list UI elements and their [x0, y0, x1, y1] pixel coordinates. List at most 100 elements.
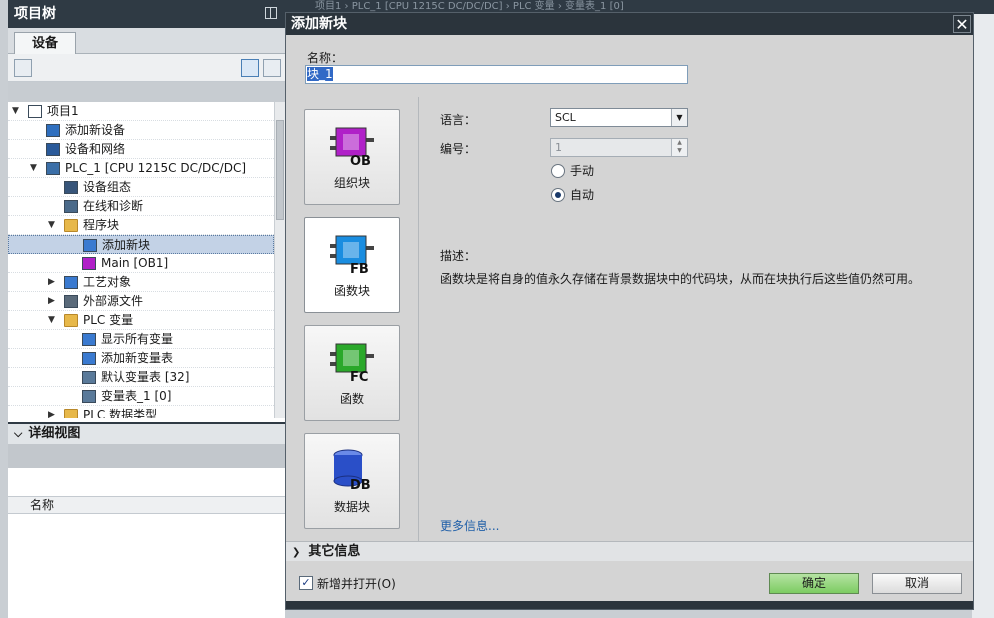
- block-button-label: 组织块: [333, 176, 370, 190]
- add-tag-table-icon: [82, 352, 96, 365]
- overview-icon[interactable]: [263, 59, 281, 77]
- plc-icon: [46, 162, 60, 175]
- tree-item-label: Main [OB1]: [101, 256, 169, 270]
- block-button-db[interactable]: DB 数据块: [304, 433, 400, 529]
- ok-button[interactable]: 确定: [769, 573, 859, 594]
- block-button-ob[interactable]: OB 组织块: [304, 109, 400, 205]
- tree-item-label: 在线和诊断: [83, 199, 144, 213]
- tree-item[interactable]: 变量表_1 [0]: [8, 387, 274, 406]
- tree-item-label: 添加新设备: [65, 123, 126, 137]
- radio-circle-icon[interactable]: [551, 164, 565, 178]
- tree-item[interactable]: ▼ 程序块: [8, 216, 274, 235]
- name-input[interactable]: 块_1: [305, 65, 688, 84]
- tree-item-label: PLC 变量: [83, 313, 134, 327]
- project-tree-header: 项目树: [8, 0, 285, 28]
- tree-item[interactable]: 设备组态: [8, 178, 274, 197]
- tree-filter-bar: [8, 82, 285, 102]
- expand-right-icon[interactable]: ▶: [48, 292, 58, 311]
- block-button-fc[interactable]: FC 函数: [304, 325, 400, 421]
- tree-item[interactable]: ▶ 外部源文件: [8, 292, 274, 311]
- tree-item[interactable]: Main [OB1]: [8, 254, 274, 273]
- tag-table-icon: [82, 371, 96, 384]
- expand-down-icon[interactable]: ▼: [12, 102, 22, 121]
- tree-item[interactable]: ▼ PLC_1 [CPU 1215C DC/DC/DC]: [8, 159, 274, 178]
- dialog-title: 添加新块: [286, 13, 973, 35]
- fb-block-icon: FB: [330, 235, 374, 274]
- add-device-icon: [46, 124, 60, 137]
- tree-item-label: 程序块: [83, 218, 120, 232]
- tree-item-label: 外部源文件: [83, 294, 144, 308]
- detail-view-toolbar: [8, 444, 285, 468]
- block-button-fb[interactable]: FB 函数块: [304, 217, 400, 313]
- source-file-icon: [64, 295, 78, 308]
- more-info-link[interactable]: 更多信息...: [440, 517, 499, 534]
- tree-toolbar: [8, 54, 285, 82]
- dialog-bottom-edge: [286, 601, 973, 609]
- new-item-icon[interactable]: [14, 59, 32, 77]
- add-and-open-label[interactable]: 新增并打开(O): [317, 575, 396, 592]
- tree-item[interactable]: 添加新设备: [8, 121, 274, 140]
- tree-item[interactable]: ▶ 工艺对象: [8, 273, 274, 292]
- svg-text:FB: FB: [350, 262, 369, 274]
- tree-item[interactable]: 在线和诊断: [8, 197, 274, 216]
- chevron-right-icon: ❯: [292, 547, 301, 558]
- tree-item[interactable]: 设备和网络: [8, 140, 274, 159]
- diagnostics-icon: [64, 200, 78, 213]
- number-stepper: 1 ▲ ▼: [550, 138, 688, 157]
- chevron-down-icon: ⌵: [14, 427, 23, 440]
- language-select[interactable]: SCL ▼: [550, 108, 688, 127]
- language-value: SCL: [555, 111, 576, 124]
- tree-item-label: PLC_1 [CPU 1215C DC/DC/DC]: [65, 161, 247, 175]
- dialog-footer: ✓ 新增并打开(O) 确定 取消: [286, 561, 973, 601]
- tree-item-label: 设备组态: [83, 180, 132, 194]
- scrollbar-thumb[interactable]: [276, 120, 284, 220]
- language-label: 语言：: [440, 113, 477, 127]
- tree-item-label: 添加新变量表: [101, 351, 174, 365]
- expand-down-icon[interactable]: ▼: [48, 216, 58, 235]
- svg-text:FC: FC: [350, 370, 368, 382]
- tree-item-label: 显示所有变量: [101, 332, 174, 346]
- tree-item[interactable]: ▼ 项目1: [8, 102, 274, 121]
- tree-item-label: 添加新块: [102, 238, 151, 252]
- tree-item-label: 项目1: [47, 104, 79, 118]
- tab-devices[interactable]: 设备: [14, 32, 76, 55]
- tree-item[interactable]: 默认变量表 [32]: [8, 368, 274, 387]
- expand-right-icon[interactable]: ▶: [48, 273, 58, 292]
- tree-item-label: 变量表_1 [0]: [101, 389, 172, 403]
- technology-icon: [64, 276, 78, 289]
- number-value: 1: [555, 141, 562, 154]
- list-view-icon[interactable]: [241, 59, 259, 77]
- other-info-section[interactable]: ❯ 其它信息: [286, 541, 973, 561]
- expand-down-icon[interactable]: ▼: [48, 311, 58, 330]
- number-label: 编号：: [440, 142, 477, 156]
- radio-selected-icon[interactable]: [551, 188, 565, 202]
- tree-item[interactable]: ▼ PLC 变量: [8, 311, 274, 330]
- block-settings-pane: 语言： SCL ▼ 编号： 1 ▲ ▼ 手动 自动 描述： 函数块是将自身的值永久…: [419, 97, 973, 541]
- expand-down-icon[interactable]: ▼: [30, 159, 40, 178]
- tree-scrollbar[interactable]: [274, 102, 285, 418]
- add-and-open-checkbox[interactable]: ✓: [299, 576, 313, 590]
- data-block-icon: DB: [333, 449, 371, 490]
- detail-column-header[interactable]: 名称: [8, 496, 285, 514]
- tree-item[interactable]: 添加新变量表: [8, 349, 274, 368]
- tag-table-icon: [82, 390, 96, 403]
- tree-item-label: 设备和网络: [65, 142, 126, 156]
- project-tree-title: 项目树: [14, 6, 56, 22]
- tree-item[interactable]: 添加新块: [8, 235, 274, 254]
- chevron-down-icon[interactable]: ▼: [671, 109, 687, 126]
- tree-item[interactable]: ▶ PLC 数据类型: [8, 406, 274, 418]
- description-label: 描述：: [440, 249, 477, 263]
- block-button-label: 函数: [339, 392, 364, 406]
- radio-manual-label: 手动: [570, 164, 595, 178]
- svg-text:DB: DB: [350, 478, 371, 490]
- cancel-button[interactable]: 取消: [872, 573, 962, 594]
- detail-view-header[interactable]: ⌵ 详细视图: [8, 422, 285, 444]
- tree-item[interactable]: 显示所有变量: [8, 330, 274, 349]
- block-button-label: 数据块: [333, 500, 370, 514]
- block-button-label: 函数块: [333, 284, 370, 298]
- expand-right-icon[interactable]: ▶: [48, 406, 58, 418]
- close-button[interactable]: ✕: [953, 15, 971, 34]
- name-section: 名称： 块_1: [286, 35, 973, 97]
- project-tree-panel: 项目树 设备 ▼ 项目1 添加新设备设备和网络 ▼ PLC_1 [CPU 1215C D…: [8, 0, 285, 618]
- pin-icon[interactable]: [265, 7, 277, 19]
